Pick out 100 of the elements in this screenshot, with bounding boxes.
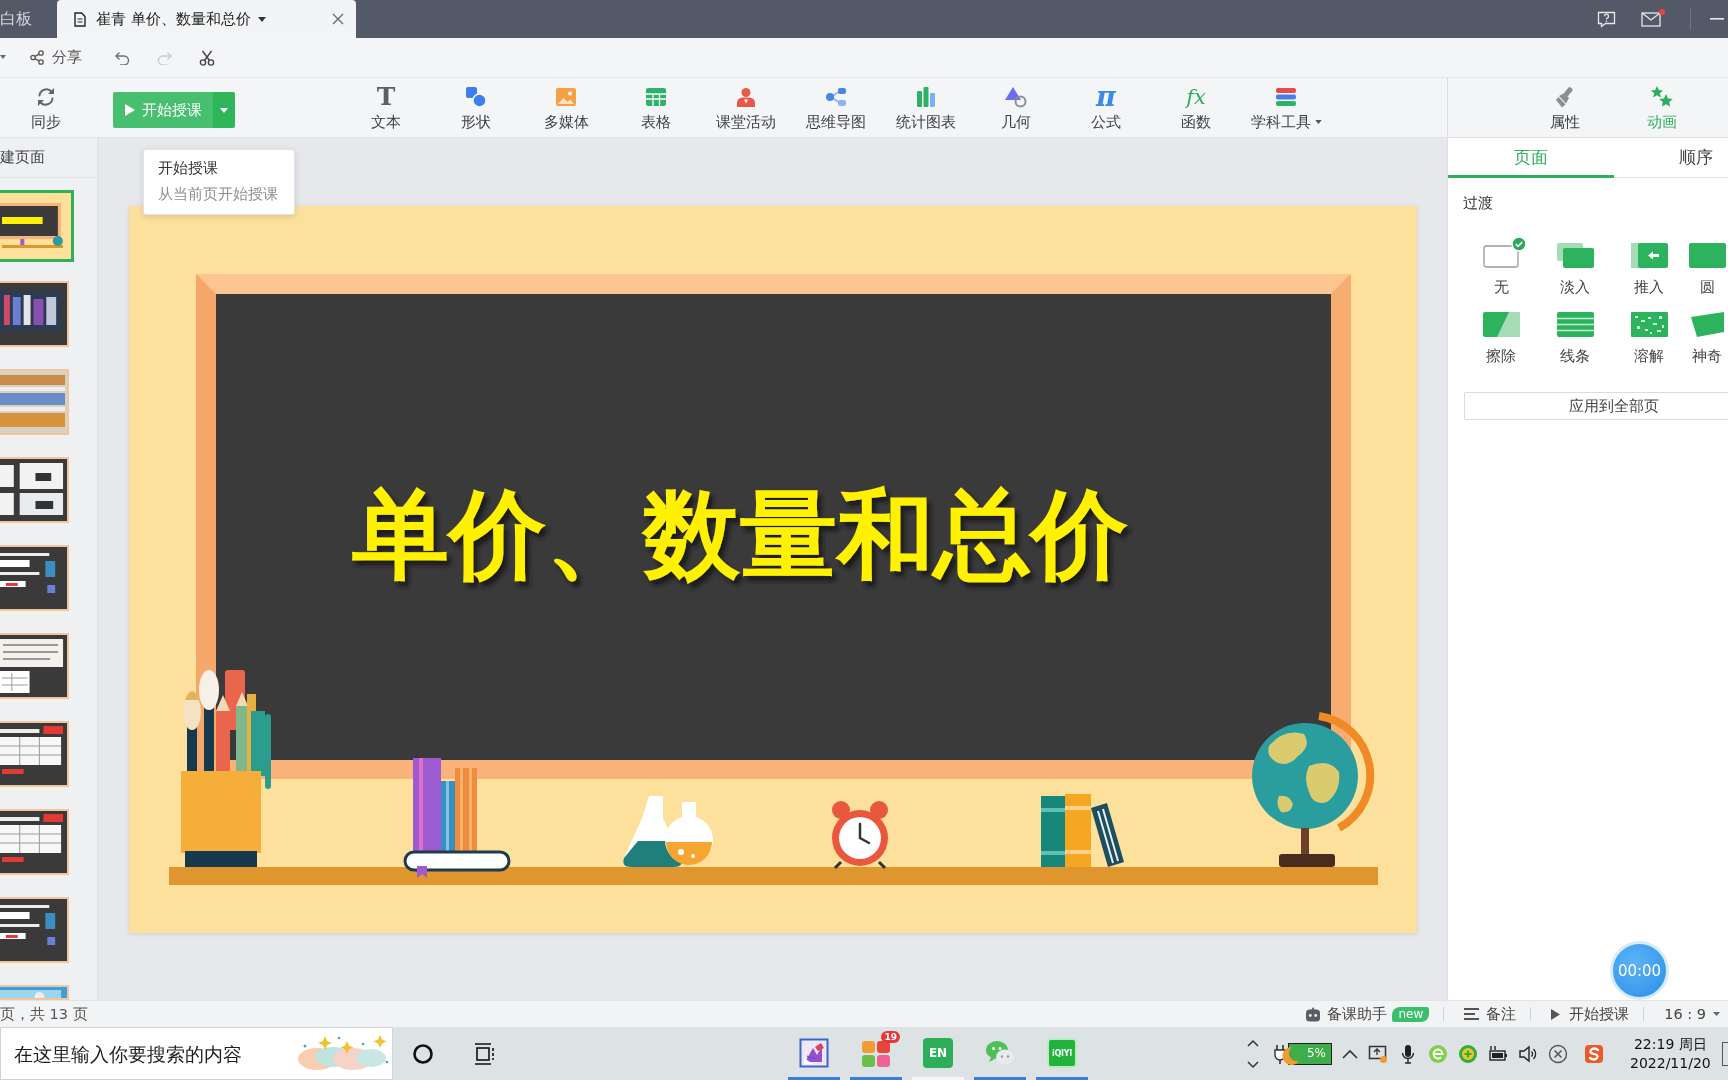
notification-badge: 19 [881, 1031, 900, 1043]
slide-thumbnail[interactable] [0, 281, 69, 347]
title-tab[interactable]: 崔青 单价、数量和总价 [57, 0, 356, 38]
transition-option[interactable]: 圆 [1686, 236, 1728, 297]
document-icon [74, 11, 86, 27]
swirl-tile-icon[interactable] [1584, 1043, 1604, 1064]
undo-icon[interactable] [114, 50, 130, 65]
bar-chart-icon [915, 86, 937, 108]
caret-icon[interactable] [257, 16, 266, 22]
brush-icon [1554, 86, 1576, 108]
transition-option[interactable]: 擦除 [1464, 305, 1538, 366]
start-lesson-button[interactable]: 开始授课 [1551, 1004, 1630, 1024]
aspect-ratio-dropdown[interactable]: 16 : 9 [1664, 1006, 1720, 1022]
play-icon [124, 103, 136, 117]
arrow-card-icon [1630, 243, 1668, 268]
page-count: 页，共 13 页 [0, 1004, 88, 1024]
stars-icon [1651, 86, 1673, 108]
fx-icon: fx [1186, 86, 1206, 108]
app-tile-icon: EN [923, 1038, 953, 1068]
speaker-icon[interactable] [1518, 1043, 1538, 1064]
ring-icon[interactable] [412, 1042, 434, 1065]
slide-thumbnail[interactable] [0, 809, 69, 875]
tool-button[interactable]: 多媒体 [521, 78, 611, 132]
slide-thumbnail[interactable] [0, 545, 69, 611]
pi-icon: π [1096, 86, 1116, 108]
transition-option[interactable]: 线条 [1538, 305, 1612, 366]
clock-time: 22:19 周日 [1633, 1034, 1707, 1054]
tiles-app-icon [861, 1038, 891, 1068]
slide-thumbnail[interactable] [0, 985, 69, 1000]
transition-option[interactable]: 推入 [1612, 236, 1686, 297]
crescent-icon [1282, 1045, 1300, 1066]
tool-button[interactable]: T 文本 [341, 78, 431, 132]
monitor-icon[interactable] [1368, 1043, 1388, 1064]
tool-button[interactable]: 学科工具 [1241, 78, 1331, 132]
image-icon [555, 86, 577, 108]
slide-thumbnail[interactable] [0, 721, 69, 787]
scissors-icon[interactable] [199, 49, 215, 66]
tool-button[interactable]: π 公式 [1061, 78, 1151, 132]
transition-option[interactable]: 溶解 [1612, 305, 1686, 366]
tool-button[interactable]: 形状 [431, 78, 521, 132]
panel-tab[interactable]: 顺序 [1614, 138, 1728, 178]
taskbar-app-button[interactable]: 19 [848, 1027, 904, 1080]
apply-all-button[interactable]: 应用到全部页 [1464, 392, 1728, 420]
sync-button[interactable]: 同步 [16, 78, 76, 132]
shapes-icon [465, 86, 487, 108]
tool-button[interactable]: fx 函数 [1151, 78, 1241, 132]
slide-thumbnail[interactable] [0, 897, 69, 963]
chevron-up-icon[interactable] [1342, 1048, 1358, 1059]
mind-map-icon [825, 86, 847, 108]
mail-icon[interactable] [1641, 11, 1661, 27]
battery-icon[interactable] [1488, 1043, 1508, 1064]
robot-icon [1305, 1006, 1322, 1022]
tool-button[interactable]: 表格 [611, 78, 701, 132]
tool-button[interactable]: 课堂活动 [701, 78, 791, 132]
share-button[interactable]: 分享 [30, 48, 82, 67]
transition-option[interactable]: 淡入 [1538, 236, 1612, 297]
letter-t-icon: T [376, 86, 396, 108]
tool-button[interactable]: 几何 [971, 78, 1061, 132]
task-view-icon[interactable] [474, 1042, 494, 1065]
person-icon [735, 86, 757, 108]
help-icon[interactable] [1597, 10, 1616, 28]
chevrons-icon[interactable] [1247, 1038, 1259, 1069]
clock-date: 2022/11/20 [1630, 1053, 1711, 1073]
striped-card-icon [1556, 312, 1594, 337]
caret-icon[interactable] [0, 55, 6, 60]
card-icon [1688, 243, 1726, 268]
search-field[interactable]: 在这里输入你要搜索的内容 [0, 1027, 393, 1080]
blank-slide-icon [1482, 243, 1520, 268]
slide-thumbnail[interactable] [0, 190, 74, 262]
speckled-card-icon [1630, 312, 1668, 337]
tool-button[interactable]: 统计图表 [881, 78, 971, 132]
palette-app-icon [799, 1038, 829, 1068]
tool-button[interactable]: 思维导图 [791, 78, 881, 132]
overlapping-cards-icon [1556, 243, 1594, 268]
close-icon[interactable] [332, 13, 344, 25]
notes-button[interactable]: 备注 [1464, 1004, 1517, 1024]
panel-tab[interactable]: 属性 [1520, 78, 1610, 132]
slide-thumbnail[interactable] [0, 457, 69, 523]
slide-thumbnail[interactable] [0, 369, 69, 435]
diagonal-card-icon [1482, 312, 1520, 337]
new-badge: new [1392, 1006, 1430, 1022]
table-icon [645, 86, 667, 108]
caret-icon [220, 107, 228, 113]
transition-option[interactable]: 无 [1464, 236, 1538, 297]
tooltip-title: 开始授课 [158, 159, 219, 178]
list-icon [1464, 1008, 1480, 1020]
tilted-card-icon [1688, 312, 1726, 337]
transition-option[interactable]: 神奇 [1686, 305, 1728, 366]
slide-title: 单价、数量和总价 [351, 477, 1128, 591]
page-list-header: 建页面 [0, 138, 97, 178]
close-circle-icon[interactable] [1548, 1043, 1568, 1064]
books-icon [1275, 86, 1297, 108]
share-icon [30, 50, 44, 65]
slide-thumbnail[interactable] [0, 633, 69, 699]
assistant-button[interactable]: 备课助手 new [1305, 1004, 1430, 1024]
title-tab[interactable]: 白板 [0, 0, 57, 38]
app-tile-icon: iQIYI [1047, 1038, 1077, 1068]
show-desktop-button[interactable] [1722, 1041, 1728, 1066]
check-badge-icon [1510, 236, 1527, 252]
alarm-clock [831, 800, 888, 869]
